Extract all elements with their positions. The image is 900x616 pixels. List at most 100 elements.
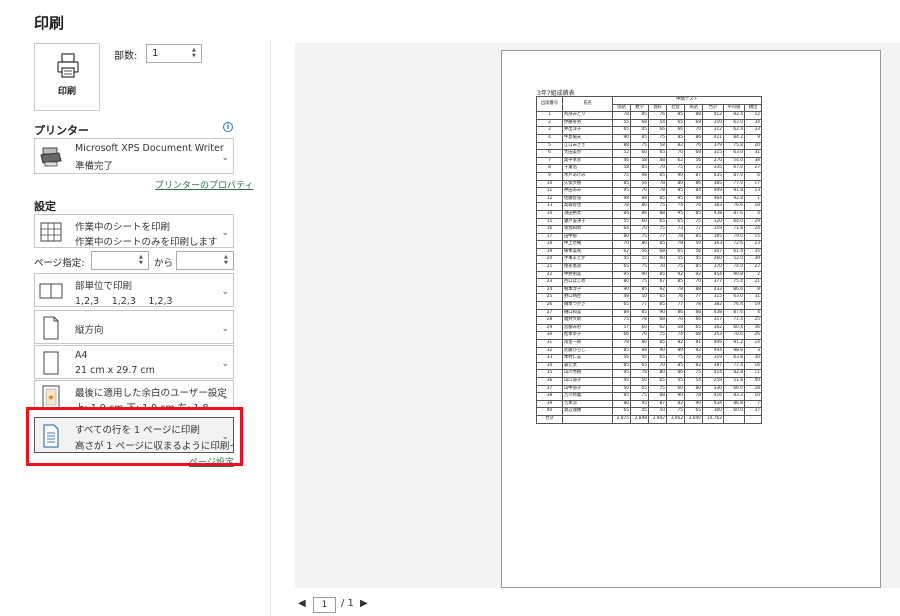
table-cell: 359 bbox=[702, 225, 724, 234]
table-row: 32 武藤ひろし 85 88 90 89 92 444 88.8 3 bbox=[536, 346, 762, 356]
table-cell: 60 bbox=[630, 217, 649, 227]
table-cell: 45 bbox=[630, 354, 649, 363]
table-cell: 88.8 bbox=[723, 346, 745, 356]
printer-dropdown[interactable]: Microsoft XPS Document Writer 準備完了 ⌄ bbox=[34, 138, 234, 174]
table-cell: 454 bbox=[702, 270, 724, 280]
table-cell: 84.2 bbox=[723, 133, 745, 143]
copies-stepper[interactable]: 1 ▲ ▼ bbox=[146, 44, 202, 63]
table-cell: 382 bbox=[702, 301, 724, 310]
orientation-dropdown[interactable]: 縦方向 ⌄ bbox=[34, 310, 234, 344]
prev-page-icon[interactable]: ◀ bbox=[298, 598, 306, 609]
table-cell: 57 bbox=[612, 323, 631, 333]
table-cell: 大田美奈 bbox=[562, 149, 613, 158]
page-to-input[interactable]: ▲ ▼ bbox=[176, 251, 234, 270]
print-scope-dropdown[interactable]: 作業中のシートを印刷 作業中のシートのみを印刷します ⌄ bbox=[34, 214, 234, 248]
table-cell: 45 bbox=[630, 126, 649, 135]
table-row: 15 瀬戸美津子 55 60 65 65 75 320 64.0 29 bbox=[536, 217, 762, 227]
spin-arrows-icon[interactable]: ▲ ▼ bbox=[224, 254, 230, 266]
table-cell: 60.0 bbox=[723, 407, 745, 416]
table-cell: 井出洋子 bbox=[562, 126, 613, 135]
table-cell: 92 bbox=[684, 346, 703, 356]
page-number-input[interactable]: 1 bbox=[313, 597, 336, 613]
table-cell: 377 bbox=[702, 278, 724, 287]
table-cell: 85 bbox=[612, 346, 631, 356]
header-subject: 国語 bbox=[612, 103, 631, 113]
table-row: 19 塚本美咲 62 56 68 65 56 307 61.4 35 bbox=[536, 247, 762, 257]
table-cell: 70.6 bbox=[723, 331, 745, 340]
table-cell: 60 bbox=[630, 149, 649, 158]
paper-size-dropdown[interactable]: A4 21 cm x 29.7 cm ⌄ bbox=[34, 345, 234, 379]
table-cell: 414 bbox=[702, 369, 724, 378]
table-cell: 29 bbox=[744, 217, 762, 227]
table-cell: 84 bbox=[684, 187, 703, 196]
table-cell: 22 bbox=[744, 263, 762, 272]
table-cell: 6 bbox=[536, 149, 563, 158]
table-cell: 7 bbox=[744, 399, 762, 409]
page-from-input[interactable]: ▲ ▼ bbox=[91, 251, 149, 270]
table-cell: 1 bbox=[744, 194, 762, 204]
table-cell: 75 bbox=[630, 263, 649, 272]
table-cell: 橋本つかさ bbox=[562, 301, 613, 310]
table-cell: 75 bbox=[630, 278, 649, 287]
table-cell: 85 bbox=[666, 133, 685, 143]
table-cell: 95 bbox=[612, 369, 631, 378]
table-cell: 71.4 bbox=[723, 316, 745, 325]
table-cell: 70 bbox=[666, 316, 685, 325]
total-cell bbox=[744, 414, 762, 424]
table-cell: 383 bbox=[702, 202, 724, 211]
table-cell: 88 bbox=[684, 111, 703, 120]
table-cell: 434 bbox=[702, 399, 724, 409]
table-cell: 13 bbox=[536, 202, 563, 211]
table-cell: 82.8 bbox=[723, 369, 745, 378]
table-cell: 13 bbox=[744, 187, 762, 196]
spin-arrows-icon[interactable]: ▲ ▼ bbox=[139, 254, 145, 266]
next-page-icon[interactable]: ▶ bbox=[360, 598, 368, 609]
collate-dropdown[interactable]: 部単位で印刷 1,2,3 1,2,3 1,2,3 ⌄ bbox=[34, 273, 234, 307]
printer-properties-link[interactable]: プリンターのプロパティ bbox=[155, 178, 253, 191]
paper-size-title: A4 bbox=[75, 350, 88, 361]
print-button[interactable]: 印刷 bbox=[34, 43, 100, 111]
table-cell: 須田裕太 bbox=[562, 209, 613, 219]
table-cell: 75 bbox=[630, 232, 649, 242]
table-cell: 353 bbox=[702, 331, 724, 340]
table-cell: 2 bbox=[536, 118, 563, 128]
table-cell: 9 bbox=[744, 133, 762, 143]
grade-table: 出席番号 氏名 中間テスト 国語 数学 理科 社会 英語 合計 平均値 順位 1 阿部みどり 78… bbox=[536, 95, 762, 424]
table-cell: 84 bbox=[612, 209, 631, 219]
table-cell: 62 bbox=[666, 156, 685, 166]
table-cell: 68 bbox=[648, 316, 667, 325]
table-cell: 1 bbox=[536, 111, 563, 120]
table-cell: 18 bbox=[744, 202, 762, 211]
spin-arrows-icon[interactable]: ▲ ▼ bbox=[192, 47, 198, 59]
table-cell: 14 bbox=[744, 339, 762, 348]
table-cell: 70 bbox=[648, 263, 667, 272]
table-cell: 95 bbox=[612, 187, 631, 196]
margins-dropdown[interactable]: ★ 最後に適用した余白のユーザー設定 上: 1.9 cm 下: 1.9 cm 左… bbox=[34, 380, 234, 410]
table-cell: 45 bbox=[630, 407, 649, 416]
table-cell: 95 bbox=[666, 194, 685, 204]
printer-section-label: プリンター bbox=[34, 124, 89, 137]
table-cell: 吉川将義 bbox=[562, 392, 613, 401]
table-cell: 77 bbox=[684, 225, 703, 234]
table-cell: 65 bbox=[684, 323, 703, 333]
info-icon[interactable]: i bbox=[223, 122, 233, 132]
table-cell: 68 bbox=[684, 118, 703, 128]
table-cell: 81.2 bbox=[723, 339, 745, 348]
table-row: 35 山川秀樹 95 78 80 86 75 414 82.8 11 bbox=[536, 369, 762, 378]
table-cell: 46 bbox=[612, 156, 631, 166]
table-cell: 21 bbox=[536, 263, 563, 272]
table-cell: 78 bbox=[612, 202, 631, 211]
svg-text:★: ★ bbox=[47, 393, 54, 402]
table-cell: 35 bbox=[744, 247, 762, 257]
table-cell: 神田あみ bbox=[562, 187, 613, 196]
table-cell: 75 bbox=[630, 392, 649, 401]
table-cell: 62 bbox=[612, 247, 631, 257]
table-cell: 65 bbox=[612, 126, 631, 135]
header-subject: 英語 bbox=[684, 103, 703, 113]
table-cell: 17 bbox=[536, 232, 563, 242]
table-cell: 27 bbox=[744, 164, 762, 173]
table-cell: 56 bbox=[684, 247, 703, 257]
table-row: 29 宮脇みお 57 60 62 58 65 302 60.4 36 bbox=[536, 323, 762, 333]
portrait-page-icon bbox=[43, 316, 59, 340]
table-cell: 58 bbox=[666, 323, 685, 333]
